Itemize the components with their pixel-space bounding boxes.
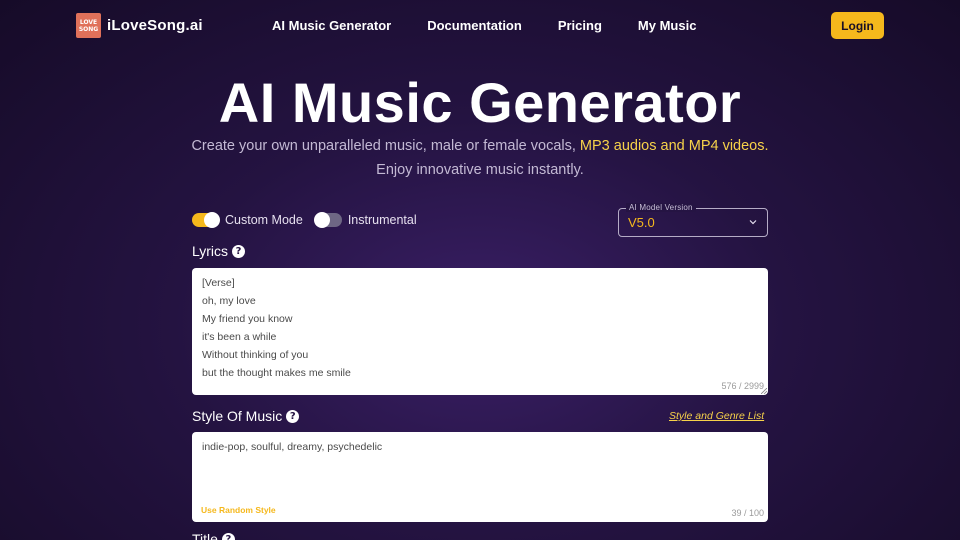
style-label: Style Of Music xyxy=(192,408,283,424)
model-version-legend: AI Model Version xyxy=(626,203,696,212)
brand[interactable]: LOVE SONG iLoveSong.ai xyxy=(76,13,203,38)
lyric-line: My friend you know xyxy=(202,313,293,325)
custom-mode-toggle[interactable] xyxy=(192,212,220,228)
page-title: AI Music Generator xyxy=(218,71,742,134)
nav-my-music[interactable]: My Music xyxy=(638,18,697,33)
lyrics-label: Lyrics xyxy=(192,243,229,259)
model-version-select[interactable]: AI Model Version V5.0 xyxy=(618,203,768,237)
nav-documentation[interactable]: Documentation xyxy=(427,18,522,33)
nav-ai-music-generator[interactable]: AI Music Generator xyxy=(272,18,391,33)
help-icon[interactable]: ? xyxy=(286,409,300,423)
toggle-knob xyxy=(313,212,330,228)
custom-mode-label: Custom Mode xyxy=(225,213,303,227)
login-button[interactable]: Login xyxy=(831,12,884,39)
style-genre-list-link[interactable]: Style and Genre List xyxy=(669,410,764,422)
lyric-line: but the thought makes me smile xyxy=(202,367,351,379)
resize-grip-icon[interactable] xyxy=(761,388,767,394)
title-label: Title xyxy=(192,531,218,540)
nav-pricing[interactable]: Pricing xyxy=(558,18,602,33)
lyric-line: Without thinking of you xyxy=(202,349,309,361)
lyrics-char-counter: 576 / 2999 xyxy=(721,381,764,391)
help-icon[interactable]: ? xyxy=(232,244,246,258)
style-textarea[interactable]: indie-pop, soulful, dreamy, psychedelic … xyxy=(192,432,768,522)
lyrics-content: [Verse] oh, my love My friend you know i… xyxy=(192,268,768,382)
toggle-knob xyxy=(204,212,220,228)
hero-subtitle-text: Create your own unparalleled music, male… xyxy=(191,138,580,154)
model-version-value: V5.0 xyxy=(628,215,655,230)
instrumental-toggle[interactable] xyxy=(313,212,342,228)
mode-toggles: Custom Mode Instrumental xyxy=(192,212,429,228)
random-style-button[interactable]: Use Random Style xyxy=(201,505,276,515)
hero-subtitle-highlight: MP3 audios and MP4 videos. xyxy=(579,138,769,154)
style-char-counter: 39 / 100 xyxy=(731,508,764,518)
lyrics-label-row: Lyrics ? xyxy=(192,243,246,259)
hero-subtitle: Create your own unparalleled music, male… xyxy=(0,138,960,154)
lyric-line: it's been a while xyxy=(202,331,277,343)
lyric-line: oh, my love xyxy=(202,295,256,307)
style-label-row: Style Of Music ? xyxy=(192,408,300,424)
brand-name: iLoveSong.ai xyxy=(107,17,203,34)
top-nav: LOVE SONG iLoveSong.ai AI Music Generato… xyxy=(0,0,960,52)
instrumental-label: Instrumental xyxy=(347,213,417,227)
title-label-row: Title ? xyxy=(192,531,235,540)
nav-links: AI Music Generator Documentation Pricing… xyxy=(272,18,696,33)
chevron-down-icon xyxy=(749,220,757,225)
lyrics-textarea[interactable]: [Verse] oh, my love My friend you know i… xyxy=(192,268,768,395)
logo-icon: LOVE SONG xyxy=(76,13,101,38)
hero-subtitle-line2: Enjoy innovative music instantly. xyxy=(376,162,584,178)
help-icon[interactable]: ? xyxy=(221,532,235,540)
lyric-line: [Verse] xyxy=(202,277,235,289)
style-value: indie-pop, soulful, dreamy, psychedelic xyxy=(202,441,383,453)
